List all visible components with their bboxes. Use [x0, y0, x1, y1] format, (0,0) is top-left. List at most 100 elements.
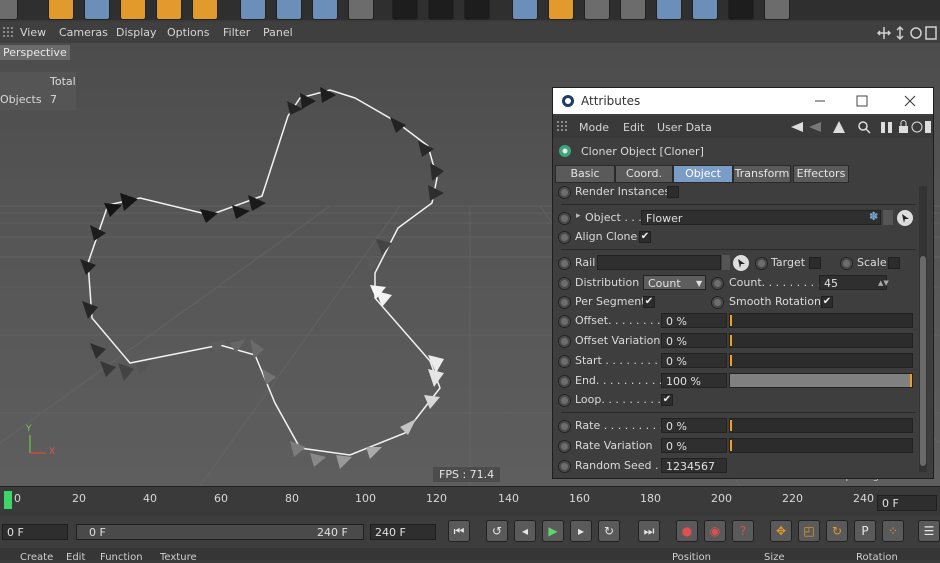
start-frame-field[interactable]: 0 F — [2, 524, 68, 540]
offset-keyframe[interactable] — [558, 315, 571, 328]
end-input[interactable]: 100 % — [661, 373, 727, 388]
light-icon[interactable] — [764, 0, 790, 20]
rate-variation-slider-handle[interactable] — [730, 440, 732, 451]
align-clone-keyframe[interactable] — [558, 231, 571, 244]
tab-coord[interactable]: Coord. — [615, 165, 673, 183]
autokey-icon[interactable]: ◉ — [704, 520, 726, 542]
end-slider-fill[interactable] — [730, 374, 912, 387]
material-menu-create[interactable]: Create — [20, 552, 53, 563]
menu-cameras[interactable]: Cameras — [59, 26, 108, 39]
next-frame-icon[interactable]: ▸ — [570, 520, 592, 542]
expand-arrow-icon[interactable]: ▸ — [576, 211, 581, 221]
material-menu-texture[interactable]: Texture — [160, 552, 197, 563]
start-input[interactable]: 0 % — [661, 353, 727, 368]
menu-view[interactable]: View — [20, 26, 46, 39]
go-to-start-icon[interactable]: ⏮ — [448, 520, 470, 542]
per-segment-keyframe[interactable] — [558, 296, 571, 309]
attributes-window[interactable]: Attributes Mode Edit User Data Cloner Ob… — [552, 87, 934, 479]
record-parameter-icon[interactable]: P — [854, 520, 876, 542]
per-segment-checkbox[interactable]: ✔ — [643, 296, 655, 308]
smooth-rotation-checkbox[interactable]: ✔ — [821, 296, 833, 308]
rail-keyframe[interactable] — [558, 257, 571, 270]
floor-icon[interactable] — [692, 0, 718, 20]
distribution-keyframe[interactable] — [558, 277, 571, 290]
offset-variation-slider[interactable] — [729, 333, 913, 348]
align-clone-checkbox[interactable]: ✔ — [639, 231, 651, 243]
material-menu-function[interactable]: Function — [100, 552, 143, 563]
recent-tool-icon[interactable] — [192, 0, 218, 20]
menu-options[interactable]: Options — [167, 26, 209, 39]
count-stepper-icon[interactable]: ▲▼ — [878, 276, 889, 291]
subdivision-icon[interactable] — [584, 0, 610, 20]
render-instances-keyframe[interactable] — [558, 186, 571, 199]
keyframe-selection-icon[interactable]: ? — [732, 520, 754, 542]
render-view-icon[interactable] — [392, 0, 418, 20]
end-frame-field[interactable]: 240 F — [370, 524, 436, 540]
distribution-dropdown[interactable]: Count ▼ — [643, 275, 706, 290]
pick-rail-icon[interactable] — [732, 254, 750, 272]
offset-variation-slider-handle[interactable] — [730, 335, 732, 346]
record-position-icon[interactable]: ✥ — [770, 520, 792, 542]
loop-keyframe[interactable] — [558, 394, 571, 407]
record-scale-icon[interactable]: ◰ — [798, 520, 820, 542]
render-settings-icon[interactable] — [464, 0, 490, 20]
tab-basic[interactable]: Basic — [555, 165, 615, 183]
tab-effectors[interactable]: Effectors — [793, 165, 849, 183]
rate-variation-input[interactable]: 0 % — [661, 438, 727, 453]
mograph-cloner-icon[interactable] — [620, 0, 646, 20]
z-axis-lock-icon[interactable] — [312, 0, 338, 20]
frame-range-slider[interactable]: 0 F 240 F — [76, 524, 364, 540]
cube-icon[interactable] — [512, 0, 538, 20]
rate-keyframe[interactable] — [558, 420, 571, 433]
offset-variation-keyframe[interactable] — [558, 335, 571, 348]
render-instances-checkbox[interactable] — [667, 186, 679, 198]
previous-key-icon[interactable]: ↺ — [486, 520, 508, 542]
attributes-scrollbar[interactable] — [919, 186, 927, 472]
menu-panel[interactable]: Panel — [263, 26, 293, 39]
rail-link-field[interactable] — [597, 255, 721, 270]
start-slider[interactable] — [729, 353, 913, 368]
offset-input[interactable]: 0 % — [661, 313, 727, 328]
target-checkbox[interactable] — [809, 257, 821, 269]
pick-object-icon[interactable] — [896, 209, 914, 227]
scale-keyframe[interactable] — [840, 257, 853, 270]
camera-icon[interactable] — [728, 0, 754, 20]
rotate-tool-icon[interactable] — [156, 0, 182, 20]
attributes-menu-mode[interactable]: Mode — [579, 121, 609, 134]
attributes-scrollbar-thumb[interactable] — [920, 256, 926, 466]
tab-transform[interactable]: Transform — [733, 165, 791, 183]
object-link-field[interactable]: Flower — [641, 210, 881, 225]
scale-tool-icon[interactable] — [120, 0, 146, 20]
x-axis-lock-icon[interactable] — [240, 0, 266, 20]
end-keyframe[interactable] — [558, 375, 571, 388]
count-input[interactable]: 45 ▲▼ — [819, 275, 889, 291]
rate-input[interactable]: 0 % — [661, 418, 727, 433]
record-rotation-icon[interactable]: ↻ — [826, 520, 848, 542]
current-frame-field[interactable]: 0 F — [877, 495, 937, 511]
offset-variation-input[interactable]: 0 % — [661, 333, 727, 348]
object-keyframe[interactable] — [558, 212, 571, 225]
playhead-marker[interactable] — [4, 491, 12, 509]
timeline-ruler[interactable]: 0 20 40 60 80 100 120 140 160 180 200 22… — [0, 486, 940, 517]
smooth-rotation-keyframe[interactable] — [711, 296, 724, 309]
live-selection-icon[interactable] — [48, 0, 74, 20]
menu-filter[interactable]: Filter — [223, 26, 250, 39]
attributes-menu-user-data[interactable]: User Data — [657, 121, 712, 134]
start-slider-handle[interactable] — [730, 355, 732, 366]
loop-checkbox[interactable]: ✔ — [661, 394, 673, 406]
rate-variation-keyframe[interactable] — [558, 440, 571, 453]
offset-slider[interactable] — [729, 313, 913, 328]
menu-display[interactable]: Display — [116, 26, 157, 39]
render-picture-viewer-icon[interactable] — [428, 0, 454, 20]
scale-checkbox[interactable] — [888, 257, 900, 269]
offset-slider-handle[interactable] — [730, 315, 732, 326]
play-icon[interactable]: ▶ — [542, 520, 564, 542]
coordinate-system-icon[interactable] — [348, 0, 374, 20]
rate-slider[interactable] — [729, 418, 913, 433]
material-menu-edit[interactable]: Edit — [66, 552, 85, 563]
toolbar-undo-icon[interactable] — [0, 0, 18, 20]
timeline-menu-icon[interactable]: ☰ — [918, 520, 940, 542]
rail-menu-arrow-icon[interactable] — [722, 255, 730, 270]
record-point-level-icon[interactable]: ⁘ — [882, 520, 904, 542]
move-tool-icon[interactable] — [84, 0, 110, 20]
